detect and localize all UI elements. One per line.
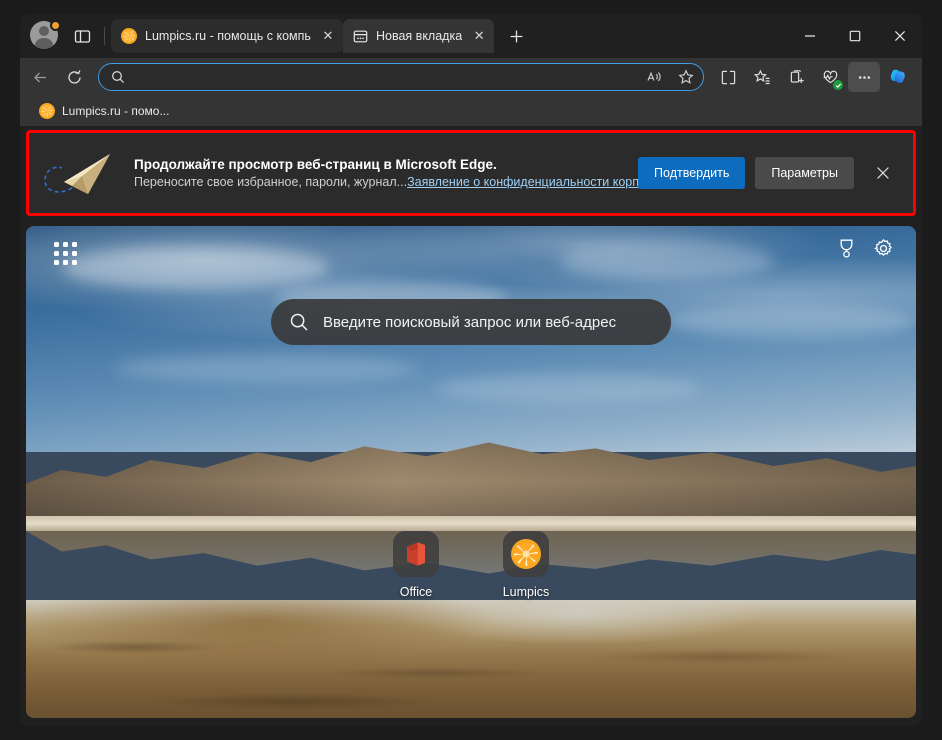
paper-plane-icon bbox=[42, 142, 120, 204]
avatar-status-dot bbox=[50, 20, 61, 31]
collections-icon[interactable] bbox=[780, 62, 812, 92]
favorites-bar-item-lumpics[interactable]: Lumpics.ru - помо... bbox=[32, 100, 176, 122]
favorites-bar-item-label: Lumpics.ru - помо... bbox=[62, 104, 170, 118]
citrus-favicon bbox=[39, 103, 55, 119]
essentials-status-badge bbox=[833, 80, 843, 90]
tab-title: Lumpics.ru - помощь с компьюте bbox=[145, 29, 311, 43]
banner-close-button[interactable] bbox=[868, 158, 898, 188]
shoreline-band bbox=[26, 516, 916, 532]
refresh-icon[interactable] bbox=[58, 62, 90, 92]
browser-essentials-icon[interactable] bbox=[814, 62, 846, 92]
office-icon bbox=[393, 531, 439, 577]
quick-links: Office Lumpics bbox=[379, 531, 563, 599]
banner-subtitle: Переносите свое избранное, пароли, журна… bbox=[134, 175, 670, 189]
banner-highlight-outline: Продолжайте просмотр веб-страниц в Micro… bbox=[26, 130, 916, 216]
split-screen-icon[interactable] bbox=[712, 62, 744, 92]
address-input[interactable] bbox=[131, 70, 635, 84]
more-options-icon[interactable] bbox=[848, 62, 880, 92]
favorites-bar: Lumpics.ru - помо... bbox=[20, 96, 922, 126]
banner-title: Продолжайте просмотр веб-страниц в Micro… bbox=[134, 157, 497, 172]
new-tab-button[interactable] bbox=[500, 20, 532, 52]
cloud bbox=[560, 240, 774, 281]
citrus-icon bbox=[503, 531, 549, 577]
tab-new-tab[interactable]: Новая вкладка ✕ bbox=[343, 19, 495, 53]
cloud bbox=[435, 373, 703, 404]
confirm-button[interactable]: Подтвердить bbox=[638, 157, 746, 189]
window-controls bbox=[787, 14, 922, 58]
settings-button[interactable]: Параметры bbox=[755, 157, 854, 189]
cloud bbox=[61, 245, 329, 290]
close-button[interactable] bbox=[877, 14, 922, 58]
tab-actions-icon[interactable] bbox=[66, 20, 98, 52]
gear-icon[interactable] bbox=[873, 238, 894, 259]
new-tab-search-placeholder: Введите поисковый запрос или веб-адрес bbox=[323, 313, 617, 331]
tab-strip-divider bbox=[104, 27, 105, 45]
address-bar[interactable] bbox=[98, 63, 704, 91]
quick-link-label: Office bbox=[399, 585, 433, 599]
cloud bbox=[666, 304, 916, 340]
copilot-icon[interactable] bbox=[882, 62, 914, 92]
favorites-list-icon[interactable] bbox=[746, 62, 778, 92]
read-aloud-icon[interactable] bbox=[641, 65, 667, 89]
new-tab-search-box[interactable]: Введите поисковый запрос или веб-адрес bbox=[271, 299, 671, 345]
new-tab-page: Введите поисковый запрос или веб-адрес O… bbox=[20, 220, 922, 726]
new-tab-page-icon bbox=[353, 29, 368, 44]
salt-flat-texture bbox=[26, 599, 916, 718]
avatar[interactable] bbox=[30, 20, 61, 51]
sync-promo-banner: Продолжайте просмотр веб-страниц в Micro… bbox=[32, 136, 910, 210]
star-icon[interactable] bbox=[673, 65, 699, 89]
browser-toolbar bbox=[20, 58, 922, 96]
tab-lumpics[interactable]: Lumpics.ru - помощь с компьюте ✕ bbox=[111, 19, 343, 53]
quick-link-label: Lumpics bbox=[502, 585, 550, 599]
new-tab-page-actions bbox=[836, 238, 894, 259]
minimize-button[interactable] bbox=[787, 14, 832, 58]
quick-link-office[interactable]: Office bbox=[379, 531, 453, 599]
back-arrow-icon[interactable] bbox=[24, 62, 56, 92]
app-launcher-icon[interactable] bbox=[54, 242, 80, 268]
search-icon bbox=[289, 312, 309, 332]
tab-strip: Lumpics.ru - помощь с компьюте ✕ Новая в… bbox=[20, 14, 922, 58]
tab-close-button[interactable]: ✕ bbox=[319, 27, 337, 45]
quick-link-lumpics[interactable]: Lumpics bbox=[489, 531, 563, 599]
maximize-button[interactable] bbox=[832, 14, 877, 58]
browser-window: Lumpics.ru - помощь с компьюте ✕ Новая в… bbox=[20, 14, 922, 726]
tab-title: Новая вкладка bbox=[376, 29, 463, 43]
citrus-favicon bbox=[121, 28, 137, 44]
privacy-statement-link[interactable]: Заявление о конфиденциальности корпора..… bbox=[407, 175, 670, 189]
search-icon bbox=[111, 70, 125, 84]
banner-subtitle-text: Переносите свое избранное, пароли, журна… bbox=[134, 175, 408, 189]
background-image: Введите поисковый запрос или веб-адрес O… bbox=[26, 226, 916, 718]
banner-text-block: Продолжайте просмотр веб-страниц в Micro… bbox=[130, 157, 670, 189]
rewards-medal-icon[interactable] bbox=[836, 238, 857, 259]
tab-close-button[interactable]: ✕ bbox=[470, 27, 488, 45]
